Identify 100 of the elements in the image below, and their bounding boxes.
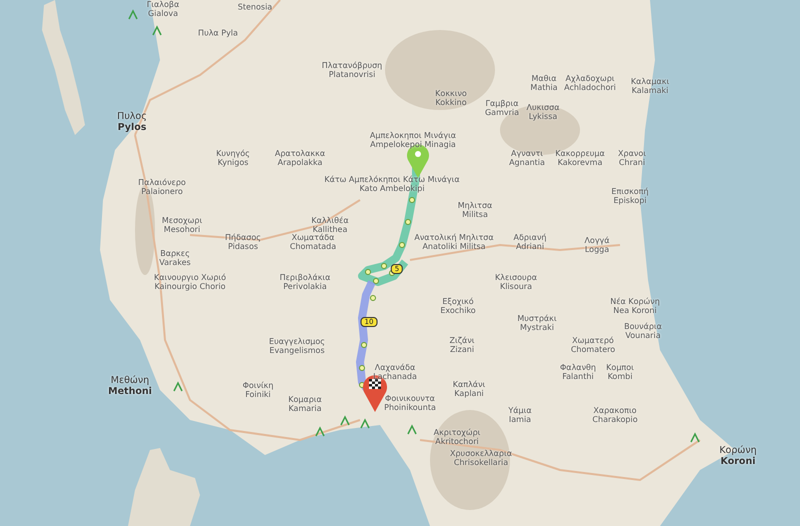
place-name: Φοινικουντα	[385, 394, 435, 403]
place-name: Gamvria	[484, 108, 520, 117]
place-name: Πυλα Pyla	[198, 28, 238, 38]
park-icon	[360, 418, 370, 428]
place-name: Mesohori	[164, 225, 200, 234]
place-name: Koroni	[720, 456, 756, 467]
place-name: Pylos	[118, 122, 146, 133]
place-name: Chrani	[618, 158, 646, 167]
place-name: Βουνάρια	[624, 322, 662, 331]
place-name: Κομποι	[606, 363, 634, 372]
place-name: Καινουργιο Χωριό	[154, 273, 226, 282]
place-name: Πλατανόβρυση	[322, 61, 382, 70]
place-name: Ανατολική Μηλιτσα	[414, 233, 494, 242]
place-name: Χρυσοκελλαρια	[450, 449, 512, 458]
park-icon	[407, 424, 417, 434]
place-name: Χωματάδα	[292, 233, 334, 242]
place-name: Κορώνη	[719, 445, 757, 456]
place-name: Perivolakia	[283, 282, 327, 291]
place-name: Λυκισσα	[526, 103, 560, 112]
place-name: Stenosia	[238, 2, 272, 12]
place-name: Kaplani	[454, 389, 484, 398]
place-name: Nea Koroni	[613, 306, 657, 315]
place-name: Νέα Κορώνη	[610, 297, 660, 306]
park-icon	[315, 426, 325, 436]
place-name: Pidasos	[228, 242, 258, 251]
place-name: Φαλανθη	[560, 363, 596, 372]
park-icon	[128, 9, 138, 20]
place-name: Mathia	[530, 83, 558, 92]
place-name: Achladochori	[564, 83, 616, 92]
route-waypoint	[399, 242, 405, 248]
place-name: Iamia	[508, 415, 532, 424]
place-name: Κλεισουρα	[495, 273, 537, 282]
place-name: Πυλος	[117, 111, 147, 122]
place-name: Methoni	[108, 386, 152, 397]
place-name: Αμπελοκηποι Μινάγια	[370, 131, 456, 140]
place-name: Kalamaki	[632, 86, 668, 95]
place-name: Mystraki	[520, 323, 554, 332]
place-name: Vounaria	[625, 331, 661, 340]
place-name: Αρατολακκα	[274, 149, 326, 158]
route-waypoint	[370, 295, 376, 301]
place-name: Palaionero	[141, 187, 183, 196]
place-name: Ευαγγελισμος	[269, 337, 325, 346]
place-name: Kokkino	[435, 98, 467, 107]
place-name: Lachanada	[373, 372, 417, 381]
place-name: Καλλιθέα	[311, 216, 349, 225]
route-waypoint	[359, 365, 365, 371]
place-name: Kombi	[608, 372, 632, 381]
place-name: Εξοχικό	[442, 297, 474, 306]
place-name: Καλαμακι	[630, 77, 670, 86]
place-name: Chomatada	[290, 242, 336, 251]
place-name: Κακορρευμα	[555, 149, 605, 158]
place-name: Kallithea	[312, 225, 348, 234]
place-name: Varakes	[159, 258, 191, 267]
place-name: Μεθώνη	[110, 375, 150, 386]
place-name: Γαμβρια	[486, 99, 518, 108]
place-name: Episkopi	[613, 196, 647, 205]
place-name: Platanovrisi	[328, 70, 376, 79]
park-icon	[690, 432, 700, 442]
place-name: Λογγά	[584, 236, 610, 245]
place-name: Falanthi	[562, 372, 594, 381]
place-name: Κοκκινο	[435, 89, 467, 98]
place-name: Επισκοπή	[611, 187, 649, 196]
place-name: Chrisokellaria	[454, 458, 508, 467]
place-name: Lykissa	[528, 112, 558, 121]
place-name: Kamaria	[288, 404, 322, 413]
place-name: Μυστράκι	[517, 314, 557, 323]
place-name: Πήδασος	[225, 233, 261, 242]
place-name: Zizani	[450, 345, 474, 354]
place-name: Foiniki	[245, 390, 271, 399]
place-name: Παλαιόνερο	[138, 178, 186, 187]
place-name: Αδριανή	[514, 233, 546, 242]
place-name: Μεσοχωρι	[162, 216, 202, 225]
place-name: Ampelokepoi Minagia	[370, 140, 456, 149]
place-name: Akritochori	[435, 437, 479, 446]
place-name: Militsa	[462, 210, 488, 219]
park-icon	[152, 25, 162, 36]
place-name: Agnantia	[509, 158, 545, 167]
place-name: Γιαλοβα	[146, 0, 180, 9]
place-name: Χωματερό	[572, 336, 614, 345]
place-name: Kainourgio Chorio	[154, 282, 226, 291]
place-name: Chomatero	[570, 345, 616, 354]
place-name: Αχλαδοχωρι	[566, 74, 614, 83]
place-name: Ζιζάνι	[450, 336, 474, 345]
place-name: Evangelismos	[269, 346, 325, 355]
place-name: Λαχανάδα	[374, 363, 416, 372]
place-name: Χρανοι	[618, 149, 646, 158]
place-name: Περιβολάκια	[280, 273, 330, 282]
place-name: Arapolakka	[278, 158, 322, 167]
place-name: Κυνηγός	[216, 149, 250, 158]
place-name: Adriani	[516, 242, 544, 251]
place-name: Μαθια	[531, 74, 557, 83]
place-name: Anatoliki Militsa	[422, 242, 486, 251]
place-name: Charakopio	[592, 415, 638, 424]
place-name: Καπλάνι	[452, 380, 486, 389]
place-name: Φοινίκη	[242, 381, 274, 390]
place-name: Μηλιτσα	[458, 201, 492, 210]
route-waypoint	[405, 219, 411, 225]
place-name: Υάμια	[508, 406, 532, 415]
place-name: Logga	[584, 245, 610, 254]
place-name: Κομαρια	[288, 395, 322, 404]
